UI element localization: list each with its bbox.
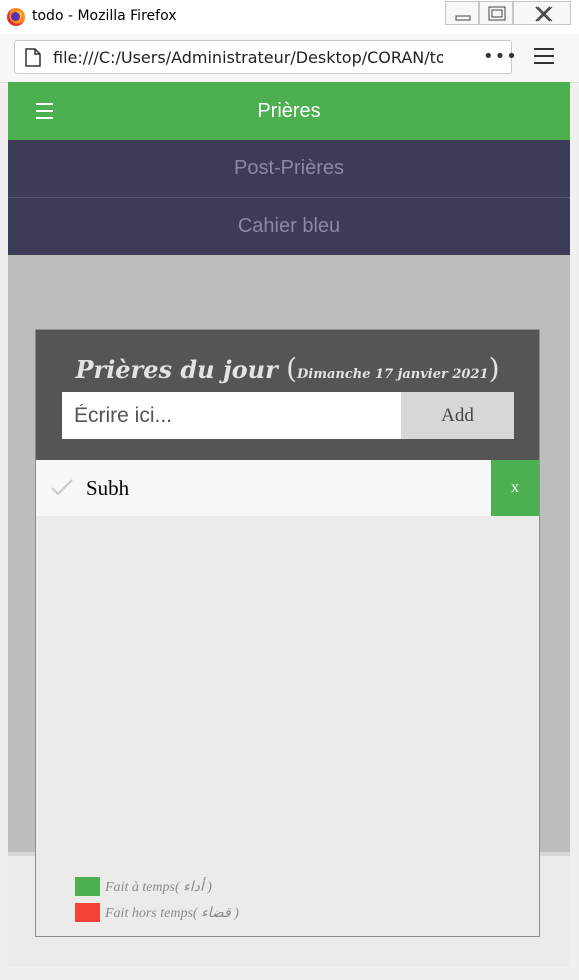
- firefox-logo-icon: [7, 8, 25, 26]
- menu-item-post-prieres[interactable]: Post-Prières: [8, 140, 570, 198]
- legend-swatch-green: [75, 877, 100, 896]
- close-window-button[interactable]: [513, 1, 571, 25]
- restore-icon: [488, 6, 506, 21]
- app-viewport: Prières Post-Prières Cahier bleu Prières…: [8, 82, 570, 967]
- top-nav: Prières: [8, 82, 570, 140]
- page-icon: [25, 48, 41, 67]
- todo-item-text: Subh: [86, 476, 130, 500]
- todo-input[interactable]: [62, 392, 401, 439]
- delete-todo-button[interactable]: x: [491, 460, 539, 516]
- window-title: todo - Mozilla Firefox: [32, 8, 177, 24]
- card-header: Prières du jour (Dimanche 17 janvier 202…: [36, 330, 539, 460]
- legend-label: Fait hors temps( قضاء ): [105, 906, 239, 921]
- close-icon: [535, 6, 553, 22]
- minimize-button[interactable]: [445, 1, 479, 25]
- card-title-main: Prières du jour: [75, 355, 278, 384]
- browser-menu-icon[interactable]: [534, 48, 554, 69]
- check-icon[interactable]: [50, 477, 74, 497]
- todo-item[interactable]: Subh x: [36, 460, 539, 516]
- add-button[interactable]: Add: [401, 392, 514, 439]
- card-title-date: Dimanche 17 janvier 2021: [297, 367, 489, 382]
- todo-card: Prières du jour (Dimanche 17 janvier 202…: [35, 329, 540, 937]
- page-actions-button[interactable]: •••: [483, 46, 518, 67]
- menu-item-cahier-bleu[interactable]: Cahier bleu: [8, 198, 570, 255]
- maximize-button[interactable]: [479, 1, 513, 25]
- browser-toolbar: file:///C:/Users/Administrateur/Desktop/…: [0, 34, 579, 83]
- window-titlebar: todo - Mozilla Firefox: [0, 0, 579, 35]
- url-text: file:///C:/Users/Administrateur/Desktop/…: [53, 48, 443, 67]
- legend-label: Fait à temps( أداء ): [105, 880, 212, 895]
- legend-swatch-red: [75, 903, 100, 922]
- card-title: Prières du jour (Dimanche 17 janvier 202…: [75, 352, 500, 385]
- nav-title: Prières: [257, 100, 321, 122]
- address-bar[interactable]: file:///C:/Users/Administrateur/Desktop/…: [14, 40, 517, 74]
- minimize-icon: [455, 15, 471, 21]
